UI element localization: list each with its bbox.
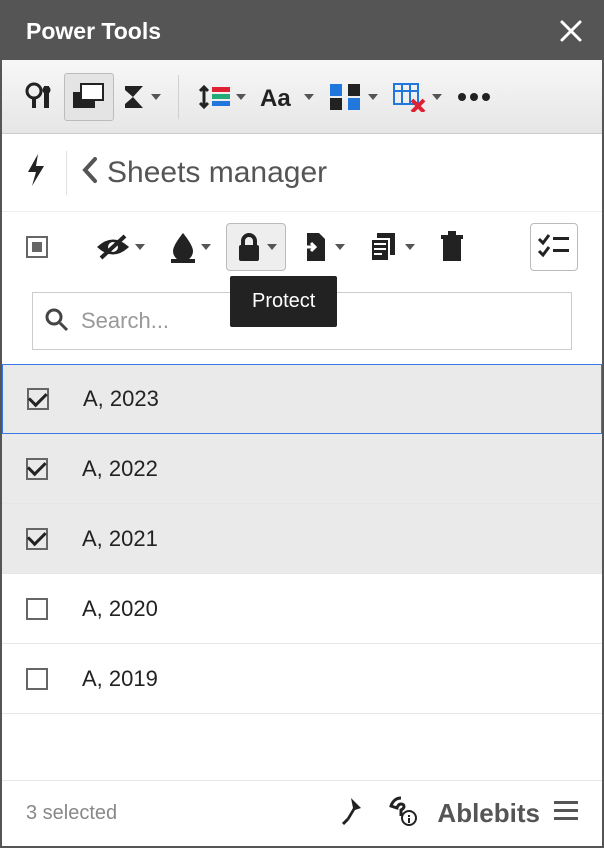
svg-text:Aa: Aa (260, 85, 291, 112)
select-all-checkbox[interactable] (26, 236, 48, 258)
search-icon (43, 306, 69, 337)
sheet-toolbar: Protect (2, 212, 602, 282)
hamburger-menu[interactable] (554, 801, 578, 826)
main-toolbar: Aa (2, 60, 602, 134)
sheet-name: A, 2019 (82, 666, 158, 692)
pin-icon[interactable] (341, 796, 367, 831)
title-bar: Power Tools (2, 2, 602, 60)
sheet-list: A, 2023 A, 2022 A, 2021 A, 2020 A, 2019 (2, 364, 602, 780)
sheet-name: A, 2022 (82, 456, 158, 482)
sheets-group-button[interactable] (64, 73, 114, 121)
reorder-button[interactable] (530, 223, 578, 271)
toolbar-separator (178, 75, 179, 119)
sheet-row[interactable]: A, 2022 (2, 434, 602, 504)
color-button[interactable] (160, 223, 220, 271)
back-button[interactable] (81, 155, 99, 190)
sheet-checkbox[interactable] (26, 528, 48, 550)
close-button[interactable] (558, 18, 584, 44)
bolt-icon[interactable] (24, 152, 48, 193)
sheet-name: A, 2020 (82, 596, 158, 622)
selection-count: 3 selected (26, 802, 117, 825)
visibility-button[interactable] (86, 223, 154, 271)
sigma-button[interactable] (114, 73, 168, 121)
merge-button[interactable] (321, 73, 385, 121)
export-button[interactable] (292, 223, 354, 271)
protect-button[interactable] (226, 223, 286, 271)
delete-button[interactable] (430, 223, 474, 271)
sheet-name: A, 2023 (83, 386, 159, 412)
sheet-checkbox[interactable] (27, 388, 49, 410)
clear-button[interactable] (385, 73, 449, 121)
text-button[interactable]: Aa (253, 73, 321, 121)
protect-tooltip: Protect (230, 276, 337, 327)
breadcrumb-row: Sheets manager (2, 134, 602, 212)
footer: 3 selected Ablebits (2, 780, 602, 846)
divider (66, 151, 67, 195)
app-title: Power Tools (26, 18, 161, 45)
sheet-row[interactable]: A, 2021 (2, 504, 602, 574)
more-button[interactable] (449, 73, 499, 121)
sheet-checkbox[interactable] (26, 458, 48, 480)
copy-button[interactable] (360, 223, 424, 271)
sheet-checkbox[interactable] (26, 668, 48, 690)
sheet-row[interactable]: A, 2020 (2, 574, 602, 644)
smart-toolbar-button[interactable] (16, 73, 64, 121)
info-icon[interactable] (387, 796, 417, 831)
sheet-name: A, 2021 (82, 526, 158, 552)
sort-button[interactable] (189, 73, 253, 121)
sheet-row[interactable]: A, 2019 (2, 644, 602, 714)
sheet-checkbox[interactable] (26, 598, 48, 620)
page-title: Sheets manager (107, 156, 327, 190)
brand-label: Ablebits (437, 798, 540, 829)
power-tools-panel: Power Tools (0, 0, 604, 848)
sheet-row[interactable]: A, 2023 (2, 364, 602, 434)
